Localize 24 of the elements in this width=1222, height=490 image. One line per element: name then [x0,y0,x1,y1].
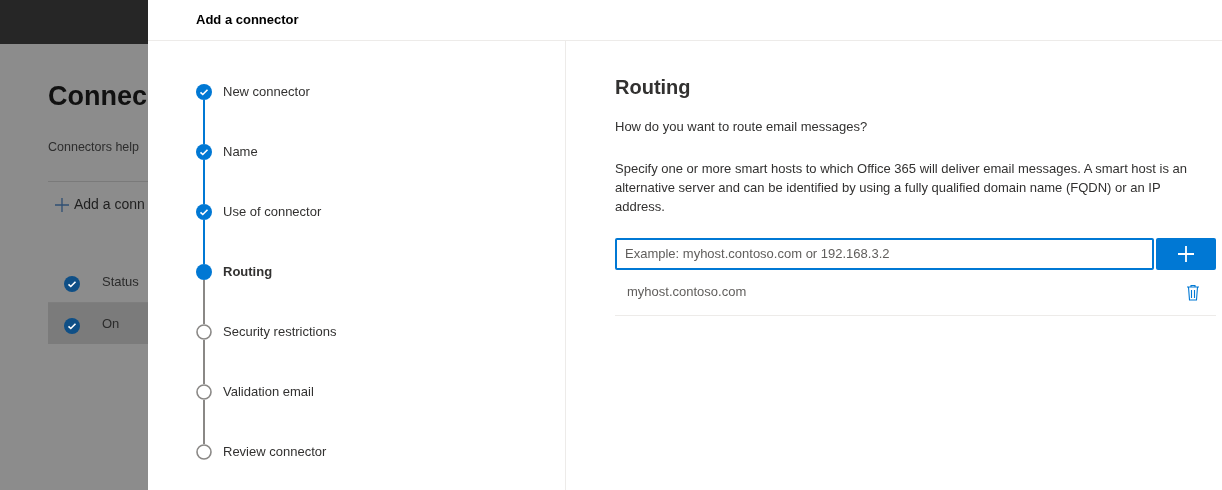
question-text: How do you want to route email messages? [615,118,869,136]
step-label[interactable]: Review connector [223,444,327,460]
step-label[interactable]: New connector [223,84,310,100]
table-cell-text: On [102,314,120,333]
column-header: Status [102,272,139,291]
host-input-field[interactable]: Example: myhost.contoso.com or 192.168.3.2 [615,237,1154,270]
panel-title: Add a connector [148,0,1222,41]
page-title: Connec [48,80,148,113]
checkbox[interactable] [64,318,80,335]
add-host-button[interactable] [1156,237,1216,270]
section-heading: Routing [615,75,692,99]
trash-icon[interactable] [1186,283,1200,301]
step-label[interactable]: Security restrictions [223,324,337,340]
step-label[interactable]: Name [223,144,258,160]
add-connector-button[interactable]: Add a conn [54,194,148,216]
host-entry: myhost.contoso.com [627,283,747,302]
plus-icon [1177,244,1195,263]
step-label[interactable]: Routing [223,264,273,280]
step-label[interactable]: Use of connector [223,204,322,220]
checkbox[interactable] [64,276,80,293]
plus-icon [54,196,70,213]
instructions-text: Specify one or more smart hosts to which Office 365 will deliver email messages. A smart host is an alternative server and can be identified by using a fully qualified domain name (FQDN) or an IP address. [615,159,1188,216]
page-description: Connectors help [48,139,141,157]
step-label[interactable]: Validation email [223,384,314,400]
